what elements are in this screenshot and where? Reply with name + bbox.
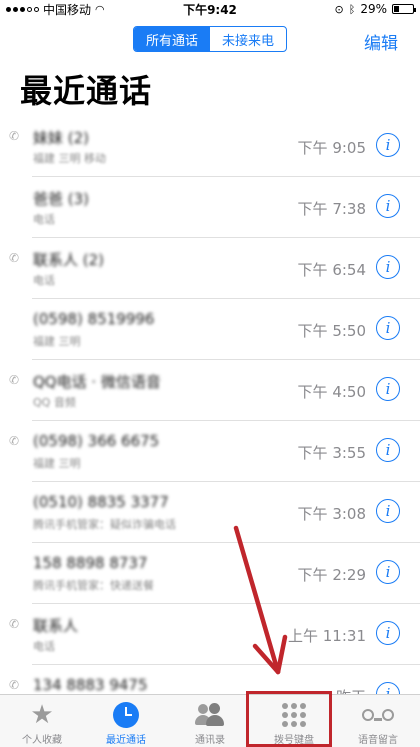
- call-row[interactable]: ✆ 联系人 电话 上午 11:31 i: [0, 604, 420, 665]
- tab-label: 语音留言: [358, 735, 398, 746]
- clock-icon: [113, 701, 139, 729]
- outgoing-call-icon: ✆: [9, 251, 20, 265]
- call-row[interactable]: ✆ (0598) 366 6675 福建 三明 下午 3:55 i: [0, 421, 420, 482]
- tab-label: 通讯录: [195, 735, 225, 746]
- tab-recents[interactable]: 最近通话: [84, 695, 168, 747]
- outgoing-call-icon: ✆: [9, 678, 20, 692]
- carrier-label: 中国移动: [43, 2, 92, 17]
- call-time: 下午 4:50: [297, 383, 366, 401]
- wifi-icon: ◠: [95, 2, 105, 16]
- call-time: 下午 3:08: [297, 505, 366, 523]
- call-subtitle: 福建 三明: [33, 457, 81, 470]
- info-icon[interactable]: i: [376, 560, 400, 584]
- page-title: 最近通话: [20, 72, 153, 110]
- call-time: 下午 6:54: [297, 261, 366, 279]
- tab-voicemail[interactable]: 语音留言: [336, 695, 420, 747]
- call-subtitle: 电话: [33, 640, 55, 653]
- star-icon: ★: [30, 700, 54, 730]
- call-row[interactable]: ✆ QQ电话 · 微信语音 QQ 音频 下午 4:50 i: [0, 360, 420, 421]
- info-icon[interactable]: i: [376, 194, 400, 218]
- call-contact-name: 妹妹 (2): [33, 129, 90, 147]
- info-icon[interactable]: i: [376, 621, 400, 645]
- call-time: 下午 3:55: [297, 444, 366, 462]
- call-time: 下午 2:29: [297, 566, 366, 584]
- call-contact-name: (0598) 366 6675: [33, 432, 160, 450]
- contacts-icon: [195, 701, 225, 729]
- call-contact-name: 联系人 (2): [33, 251, 105, 269]
- info-icon[interactable]: i: [376, 316, 400, 340]
- call-row[interactable]: 158 8898 8737 腾讯手机管家：快递送餐 下午 2:29 i: [0, 543, 420, 604]
- outgoing-call-icon: ✆: [9, 617, 20, 631]
- call-contact-name: (0598) 8519996: [33, 310, 155, 328]
- call-time: 下午 5:50: [297, 322, 366, 340]
- tab-label: 个人收藏: [22, 735, 62, 746]
- info-icon[interactable]: i: [376, 499, 400, 523]
- status-bar: 中国移动 ◠ 下午9:42 ⊙ ᛒ 29%: [0, 0, 420, 18]
- nav-bar: 所有通话 未接来电 编辑: [0, 22, 420, 56]
- status-right: ⊙ ᛒ 29%: [274, 2, 416, 16]
- info-icon[interactable]: i: [376, 438, 400, 462]
- call-filter-segmented-control: 所有通话 未接来电: [133, 26, 287, 52]
- battery-percent: 29%: [360, 2, 387, 16]
- edit-button[interactable]: 编辑: [364, 29, 398, 54]
- tab-contacts[interactable]: 通讯录: [168, 695, 252, 747]
- call-row[interactable]: ✆ 妹妹 (2) 福建 三明 移动 下午 9:05 i: [0, 116, 420, 177]
- call-row[interactable]: 爸爸 (3) 电话 下午 7:38 i: [0, 177, 420, 238]
- signal-icon: [6, 6, 39, 12]
- call-subtitle: 福建 三明: [33, 335, 81, 348]
- call-contact-name: (0510) 8835 3377: [33, 493, 169, 511]
- orientation-lock-icon: ⊙: [334, 2, 344, 16]
- info-icon[interactable]: i: [376, 255, 400, 279]
- call-subtitle: 腾讯手机管家：快递送餐: [33, 579, 154, 592]
- outgoing-call-icon: ✆: [9, 129, 20, 143]
- info-icon[interactable]: i: [376, 377, 400, 401]
- call-time: 上午 11:31: [288, 627, 366, 645]
- recent-calls-list: ✆ 妹妹 (2) 福建 三明 移动 下午 9:05 i 爸爸 (3) 电话 下午…: [0, 116, 420, 726]
- segment-all-calls[interactable]: 所有通话: [134, 27, 210, 51]
- call-subtitle: QQ 音频: [33, 396, 76, 409]
- call-contact-name: QQ电话 · 微信语音: [33, 373, 161, 391]
- call-row[interactable]: (0598) 8519996 福建 三明 下午 5:50 i: [0, 299, 420, 360]
- call-time: 下午 9:05: [297, 139, 366, 157]
- tab-favorites[interactable]: ★ 个人收藏: [0, 695, 84, 747]
- status-time: 下午9:42: [183, 2, 237, 17]
- segment-missed-calls[interactable]: 未接来电: [210, 27, 286, 51]
- call-row[interactable]: (0510) 8835 3377 腾讯手机管家：疑似诈骗电话 下午 3:08 i: [0, 482, 420, 543]
- tab-bar: ★ 个人收藏 最近通话 通讯录 拨号键盘 语音留言: [0, 694, 420, 747]
- call-contact-name: 158 8898 8737: [33, 554, 148, 572]
- call-contact-name: 134 8883 9475: [33, 676, 148, 694]
- battery-icon: [392, 4, 416, 14]
- info-icon[interactable]: i: [376, 133, 400, 157]
- call-subtitle: 电话: [33, 274, 55, 287]
- status-left: 中国移动 ◠: [6, 1, 146, 18]
- call-row[interactable]: ✆ 联系人 (2) 电话 下午 6:54 i: [0, 238, 420, 299]
- call-subtitle: 福建 三明 移动: [33, 152, 106, 165]
- call-time: 下午 7:38: [297, 200, 366, 218]
- outgoing-call-icon: ✆: [9, 373, 20, 387]
- call-subtitle: 电话: [33, 213, 55, 226]
- bluetooth-icon: ᛒ: [348, 2, 356, 16]
- keypad-highlight-box: [246, 691, 332, 747]
- call-contact-name: 爸爸 (3): [33, 190, 90, 208]
- outgoing-call-icon: ✆: [9, 434, 20, 448]
- call-subtitle: 腾讯手机管家：疑似诈骗电话: [33, 518, 176, 531]
- tab-label: 最近通话: [106, 735, 146, 746]
- call-contact-name: 联系人: [33, 617, 79, 635]
- voicemail-icon: [362, 701, 394, 729]
